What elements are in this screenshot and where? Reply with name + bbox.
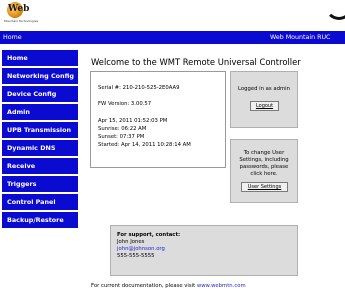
support-name: John Jones <box>117 239 145 245</box>
logout-button[interactable]: Logout <box>250 101 279 111</box>
firmware-version: FW Version: 3.00.57 <box>98 101 152 107</box>
serial-number: Serial #: 210-210-525-2E0AA9 <box>98 85 180 91</box>
nav-item-control-panel[interactable]: Control Panel <box>2 194 78 210</box>
nav-item-receive[interactable]: Receive <box>2 158 78 174</box>
top-bar-home-link[interactable]: Home <box>3 34 22 41</box>
started-time: Started: Apr 14, 2011 10:28:14 AM <box>98 142 191 148</box>
support-contact-panel: For support, contact: John Jones john@jo… <box>110 225 298 276</box>
nav-item-dynamic-dns[interactable]: Dynamic DNS <box>2 140 78 156</box>
sunrise-time: Sunrise: 06:22 AM <box>98 126 147 132</box>
user-settings-line-2: Settings, including <box>239 157 289 163</box>
nav-item-triggers[interactable]: Triggers <box>2 176 78 192</box>
logout-button-label: Logout <box>255 103 274 109</box>
nav-item-home[interactable]: Home <box>2 50 78 66</box>
top-bar: Home Web Mountain RUC <box>0 31 345 44</box>
nav-item-networking-config[interactable]: Networking Config <box>2 68 78 84</box>
user-settings-panel: To change User Settings, including passw… <box>230 139 298 203</box>
nav-item-admin[interactable]: Admin <box>2 104 78 120</box>
nav-item-upb-transmission[interactable]: UPB Transmission <box>2 122 78 138</box>
user-settings-button-label: User Settings <box>247 184 282 190</box>
logo-text: Web <box>8 4 30 14</box>
login-status-text: Logged in as admin <box>238 86 290 92</box>
user-settings-text: To change User Settings, including passw… <box>233 150 295 178</box>
sunset-time: Sunset: 07:37 PM <box>98 134 145 140</box>
user-settings-line-4: click here. <box>250 171 278 177</box>
logo: Web Mountain Technologies <box>4 2 48 26</box>
user-settings-line-3: passwords, please <box>239 164 289 170</box>
login-status-panel: Logged in as admin Logout <box>230 71 298 128</box>
support-heading: For support, contact: <box>117 232 181 238</box>
nav-item-device-config[interactable]: Device Config <box>2 86 78 102</box>
support-email-link[interactable]: john@johnson.org <box>117 246 165 252</box>
user-settings-line-1: To change User <box>243 150 285 156</box>
nav-item-backup-restore[interactable]: Backup/Restore <box>2 212 78 228</box>
current-datetime: Apr 15, 2011 01:52:03 PM <box>98 118 168 124</box>
top-bar-brand: Web Mountain RUC <box>270 34 331 41</box>
footer: For current documentation, please visit … <box>91 283 246 289</box>
footer-text: For current documentation, please visit <box>91 283 197 289</box>
user-settings-button[interactable]: User Settings <box>241 182 288 192</box>
footer-docs-link[interactable]: www.webmtn.com <box>197 283 246 289</box>
device-info-panel: Serial #: 210-210-525-2E0AA9 FW Version:… <box>90 71 226 168</box>
page-title: Welcome to the WMT Remote Universal Cont… <box>91 57 301 67</box>
sidebar-nav: Home Networking Config Device Config Adm… <box>2 50 78 230</box>
swoosh-decoration-icon <box>325 0 345 20</box>
logo-tagline: Mountain Technologies <box>4 19 39 23</box>
support-phone: 555-555-5555 <box>117 253 155 259</box>
